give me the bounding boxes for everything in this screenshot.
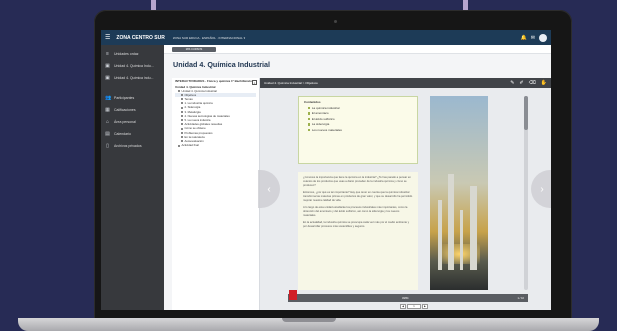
sidebar-item-archivos[interactable]: ▯ Archivos privados [101,140,164,152]
chevron-left-icon: ‹ [267,183,271,195]
messages-icon[interactable]: ✉ [531,35,535,41]
publisher-logo [289,290,297,300]
sidebar-item-label: Participantes [114,96,135,100]
checkbox-icon [181,94,183,97]
next-page-button[interactable]: › [531,170,551,208]
sidebar-item-label: Calificaciones [114,108,136,112]
previous-page-button[interactable]: ‹ [258,170,280,208]
content-viewer: Unidad 4. Química Industrial > Objetivos… [258,78,551,310]
my-courses-button[interactable]: MIS CURSOS [172,47,216,52]
sidebar-item-label: Calendario [114,132,131,136]
paragraph: ¿Conoces la importancia que tiene la quí… [303,176,411,187]
pager-next-button[interactable]: ▶ [422,304,428,309]
toc-item[interactable]: Actividad final [175,143,256,147]
book-icon: ▣ [105,63,110,69]
pager-prev-button[interactable]: ◀ [400,304,406,309]
dashboard-icon: ⌂ [105,119,110,125]
viewer-scrollbar[interactable] [524,96,528,290]
book-icon: ▣ [105,75,110,81]
course-selector[interactable]: ZONA SUR EDUCA · ESPAÑOL · INTERNACIONAL… [173,36,245,40]
checkbox-icon [181,140,183,143]
checkbox-icon [181,123,183,126]
checkbox-icon [181,102,183,105]
sidebar-item-calendario[interactable]: ▤ Calendario [101,128,164,140]
footer-counter: 49/54 [402,296,409,300]
marker-icon[interactable]: ✐ [519,80,523,86]
list-icon: ≡ [106,51,109,57]
close-toc-button[interactable]: × [252,80,257,85]
pager: ◀ 1 ▶ [400,304,428,309]
checkbox-icon [181,127,183,130]
checkbox-icon [178,89,180,92]
sidebar-item-unidades[interactable]: ≡ Unidades ordaz [101,48,164,60]
topbar-actions: 🔔 ✉ [521,33,547,42]
sidebar-item-label: Unidad 4. Química indu... [114,76,154,80]
viewer-tools: ✎ ✐ ⌫ ✋ [510,80,547,86]
paragraph: En la actualidad, la industria química s… [303,221,410,228]
chevron-right-icon: › [540,183,544,195]
laptop-screen: ☰ ZONA CENTRO SUR ZONA SUR EDUCA · ESPAÑ… [101,30,551,310]
toc-item-label: Actividad final [181,143,199,148]
hamburger-menu-icon[interactable]: ☰ [105,34,110,41]
hand-icon[interactable]: ✋ [541,80,547,86]
sidebar-item-label: Unidad 4. Química Indu... [114,64,154,68]
viewer-footer: 49/54 1 / 10 [288,294,528,302]
checkbox-icon [178,144,180,147]
checkbox-icon [181,119,183,122]
sidebar-item-label: Archivos privados [114,144,142,148]
scrollbar-thumb[interactable] [524,96,528,130]
file-icon: ▯ [106,143,109,149]
notifications-icon[interactable]: 🔔 [521,35,527,41]
refinery-image [430,96,488,290]
checkbox-icon [181,110,183,113]
sidebar-item-calificaciones[interactable]: ▦ Calificaciones [101,104,164,116]
paragraph: A lo largo de esta unidad estudiarás los… [303,206,408,217]
viewer-breadcrumb: Unidad 4. Química Industrial > Objetivos [264,81,318,85]
camera-icon [334,20,337,23]
toc-title: INTERACTIVIDADES · Física y química 1º B… [175,79,252,83]
intro-text: ¿Conoces la importancia que tiene la quí… [298,172,418,290]
pencil-icon[interactable]: ✎ [510,80,514,86]
top-navbar: ☰ ZONA CENTRO SUR ZONA SUR EDUCA · ESPAÑ… [101,30,551,45]
laptop-notch [282,318,336,322]
page-indicator: 1 / 10 [517,296,525,300]
page-title: Unidad 4. Química Industrial [173,60,271,69]
sidebar: ≡ Unidades ordaz ▣ Unidad 4. Química Ind… [101,45,164,310]
sidebar-item-unidad-4-b[interactable]: ▣ Unidad 4. Química indu... [101,72,164,84]
grades-icon: ▦ [105,107,110,113]
sidebar-item-label: Unidades ordaz [114,52,139,56]
sub-header: MIS CURSOS [164,45,551,54]
user-avatar[interactable] [539,33,547,42]
toc-list: Unidad 4. Química Industrial Objetivos Tem… [175,89,256,148]
checkbox-icon [181,115,183,118]
paragraph: Entonces, ¿por qué es tan importante? Ha… [303,191,413,202]
table-of-contents: × INTERACTIVIDADES · Física y química 1º… [172,78,260,310]
users-icon: 👥 [105,95,112,101]
checkbox-icon [181,136,183,139]
checkbox-icon [181,131,183,134]
viewer-toolbar: Unidad 4. Química Industrial > Objetivos… [260,78,551,88]
checkbox-icon [181,98,183,101]
contents-item[interactable]: Los nuevos materiales [304,128,412,133]
sidebar-item-unidad-4-a[interactable]: ▣ Unidad 4. Química Indu... [101,60,164,72]
contents-box: Contenidos La química industrial El amon… [298,96,418,164]
contents-title: Contenidos [304,100,321,104]
sidebar-item-area-personal[interactable]: ⌂ Área personal [101,116,164,128]
sidebar-item-participantes[interactable]: 👥 Participantes [101,92,164,104]
sidebar-item-label: Área personal [114,120,136,124]
checkbox-icon [181,106,183,109]
pager-page-input[interactable]: 1 [407,304,421,309]
calendar-icon: ▤ [105,131,110,137]
eraser-icon[interactable]: ⌫ [529,80,536,86]
main-content: MIS CURSOS Unidad 4. Química Industrial … [164,45,551,310]
site-brand[interactable]: ZONA CENTRO SUR [116,35,164,41]
